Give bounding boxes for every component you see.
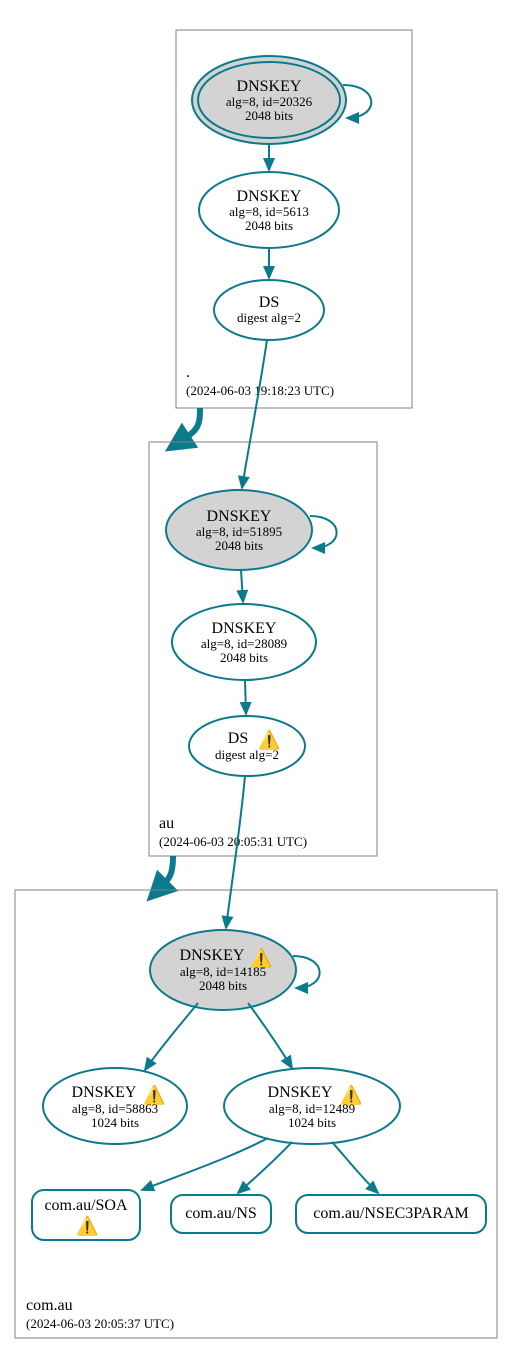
au-zsk-l2: alg=8, id=28089 bbox=[201, 636, 287, 651]
zone-root-name: . bbox=[186, 364, 190, 381]
node-au-ds[interactable]: DS ⚠️ digest alg=2 bbox=[189, 716, 305, 776]
edge-rootzone-auzone bbox=[175, 408, 200, 445]
node-root-ds[interactable]: DS digest alg=2 bbox=[214, 280, 324, 340]
node-au-ksk[interactable]: DNSKEY alg=8, id=51895 2048 bits bbox=[166, 490, 312, 570]
zone-au-name: au bbox=[159, 815, 174, 832]
edge-comau-ksk-self bbox=[293, 956, 320, 988]
zone-comau-name: com.au bbox=[26, 1297, 73, 1314]
node-root-zsk[interactable]: DNSKEY alg=8, id=5613 2048 bits bbox=[199, 172, 339, 248]
edge-zsk2-nsec bbox=[332, 1142, 378, 1193]
node-au-zsk[interactable]: DNSKEY alg=8, id=28089 2048 bits bbox=[172, 604, 316, 680]
zone-au-ts: (2024-06-03 20:05:31 UTC) bbox=[159, 834, 307, 849]
edge-au-ksk-self bbox=[310, 516, 337, 548]
edge-root-ds-au-ksk bbox=[242, 340, 267, 488]
au-ksk-l3: 2048 bits bbox=[215, 538, 263, 553]
root-zsk-l3: 2048 bits bbox=[245, 218, 293, 233]
root-ds-l1: DS bbox=[259, 294, 279, 311]
root-ds-l2: digest alg=2 bbox=[237, 310, 301, 325]
comau-ksk-l3: 2048 bits bbox=[199, 978, 247, 993]
warning-icon: ⚠️ bbox=[76, 1215, 98, 1236]
comau-ksk-l2: alg=8, id=14185 bbox=[180, 964, 266, 979]
rr-soa[interactable]: com.au/SOA ⚠️ bbox=[32, 1190, 140, 1240]
root-zsk-l1: DNSKEY bbox=[237, 188, 302, 205]
rr-nsec3param[interactable]: com.au/NSEC3PARAM bbox=[296, 1195, 486, 1233]
au-ds-l1: DS bbox=[228, 730, 248, 747]
rr-soa-label: com.au/SOA bbox=[44, 1197, 128, 1214]
edge-au-ds-comau-ksk bbox=[226, 776, 245, 928]
edge-au-zsk-ds bbox=[245, 680, 246, 714]
au-ksk-l2: alg=8, id=51895 bbox=[196, 524, 282, 539]
edge-root-ksk-self bbox=[343, 85, 371, 118]
node-comau-zsk1[interactable]: DNSKEY ⚠️ alg=8, id=58863 1024 bits bbox=[43, 1068, 187, 1144]
comau-zsk2-l2: alg=8, id=12489 bbox=[269, 1101, 355, 1116]
comau-ksk-l1: DNSKEY bbox=[180, 947, 245, 964]
node-root-ksk[interactable]: DNSKEY alg=8, id=20326 2048 bits bbox=[192, 56, 346, 144]
edge-comau-ksk-zsk2 bbox=[248, 1003, 292, 1068]
edge-au-ksk-zsk bbox=[241, 570, 243, 602]
root-ksk-l3: 2048 bits bbox=[245, 108, 293, 123]
au-zsk-l1: DNSKEY bbox=[212, 620, 277, 637]
au-ds-l2: digest alg=2 bbox=[215, 747, 279, 762]
au-zsk-l3: 2048 bits bbox=[220, 650, 268, 665]
node-comau-zsk2[interactable]: DNSKEY ⚠️ alg=8, id=12489 1024 bits bbox=[224, 1068, 400, 1144]
comau-zsk1-l2: alg=8, id=58863 bbox=[72, 1101, 158, 1116]
edge-zsk2-ns bbox=[238, 1142, 292, 1193]
root-zsk-l2: alg=8, id=5613 bbox=[229, 204, 309, 219]
zone-comau-ts: (2024-06-03 20:05:37 UTC) bbox=[26, 1316, 174, 1331]
root-ksk-l1: DNSKEY bbox=[237, 78, 302, 95]
au-ksk-l1: DNSKEY bbox=[207, 508, 272, 525]
comau-zsk1-l1: DNSKEY bbox=[72, 1084, 137, 1101]
comau-zsk2-l1: DNSKEY bbox=[268, 1084, 333, 1101]
node-comau-ksk[interactable]: DNSKEY ⚠️ alg=8, id=14185 2048 bits bbox=[150, 930, 296, 1010]
rr-ns-label: com.au/NS bbox=[185, 1205, 257, 1222]
edge-comau-ksk-zsk1 bbox=[145, 1003, 198, 1070]
comau-zsk1-l3: 1024 bits bbox=[91, 1115, 139, 1130]
rr-ns[interactable]: com.au/NS bbox=[171, 1195, 271, 1233]
edge-auzone-comauzone bbox=[155, 856, 173, 893]
root-ksk-l2: alg=8, id=20326 bbox=[226, 94, 313, 109]
rr-nsec-label: com.au/NSEC3PARAM bbox=[313, 1205, 468, 1222]
comau-zsk2-l3: 1024 bits bbox=[288, 1115, 336, 1130]
